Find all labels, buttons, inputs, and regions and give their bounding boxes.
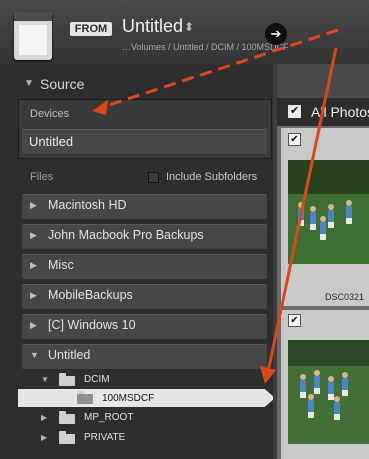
folder-icon (59, 431, 75, 444)
memory-card-icon[interactable] (14, 12, 52, 60)
source-device-title[interactable]: Untitled (122, 16, 183, 37)
photo-thumbnail[interactable] (288, 160, 369, 264)
photo-checkbox[interactable]: ✔ (288, 314, 301, 327)
folder-icon (77, 391, 93, 404)
photo-checkbox[interactable]: ✔ (288, 133, 301, 146)
volume-label: MobileBackups (48, 288, 133, 302)
folder-label: PRIVATE (84, 432, 126, 443)
triangle-right-icon[interactable]: ▶ (30, 200, 37, 211)
volume-label: Macintosh HD (48, 198, 127, 212)
volume-label: Untitled (48, 348, 91, 362)
triangle-right-icon[interactable]: ▶ (41, 433, 47, 442)
folder-label: MP_ROOT (84, 412, 134, 423)
chevron-updown-icon[interactable]: ⬍ (184, 20, 194, 34)
source-panel-title: Source (40, 76, 85, 92)
all-photos-tab[interactable]: All Photos (311, 104, 369, 120)
all-photos-checkbox[interactable]: ✔ (288, 105, 301, 118)
from-badge: FROM (70, 22, 112, 36)
grid-toolbar (277, 64, 369, 98)
folder-label: 100MSDCF (102, 393, 155, 404)
include-subfolders-checkbox[interactable] (148, 172, 159, 183)
devices-label: Devices (30, 108, 70, 120)
volume-label: [C] Windows 10 (48, 318, 136, 332)
triangle-right-icon[interactable]: ▶ (30, 260, 37, 271)
device-item-label: Untitled (29, 134, 74, 149)
triangle-down-icon[interactable]: ▼ (41, 375, 49, 384)
files-label: Files (30, 171, 54, 183)
folder-label: DCIM (84, 374, 110, 385)
volume-label: Misc (48, 258, 74, 272)
folder-icon (59, 373, 75, 386)
triangle-down-icon[interactable]: ▼ (24, 78, 34, 89)
triangle-right-icon[interactable]: ▶ (30, 290, 37, 301)
include-subfolders-label[interactable]: Include Subfolders (166, 171, 257, 183)
volume-label: John Macbook Pro Backups (48, 228, 204, 242)
triangle-right-icon[interactable]: ▶ (30, 320, 37, 331)
folder-icon (59, 411, 75, 424)
triangle-down-icon[interactable]: ▼ (30, 350, 39, 360)
source-path: …Volumes / Untitled / DCIM / 100MSDCF (122, 42, 289, 52)
photo-filename: DSC0321 (325, 292, 365, 302)
triangle-right-icon[interactable]: ▶ (41, 413, 47, 422)
triangle-right-icon[interactable]: ▶ (30, 230, 37, 241)
arrow-right-icon[interactable]: ➔ (265, 23, 287, 45)
photo-thumbnail[interactable] (288, 340, 369, 444)
